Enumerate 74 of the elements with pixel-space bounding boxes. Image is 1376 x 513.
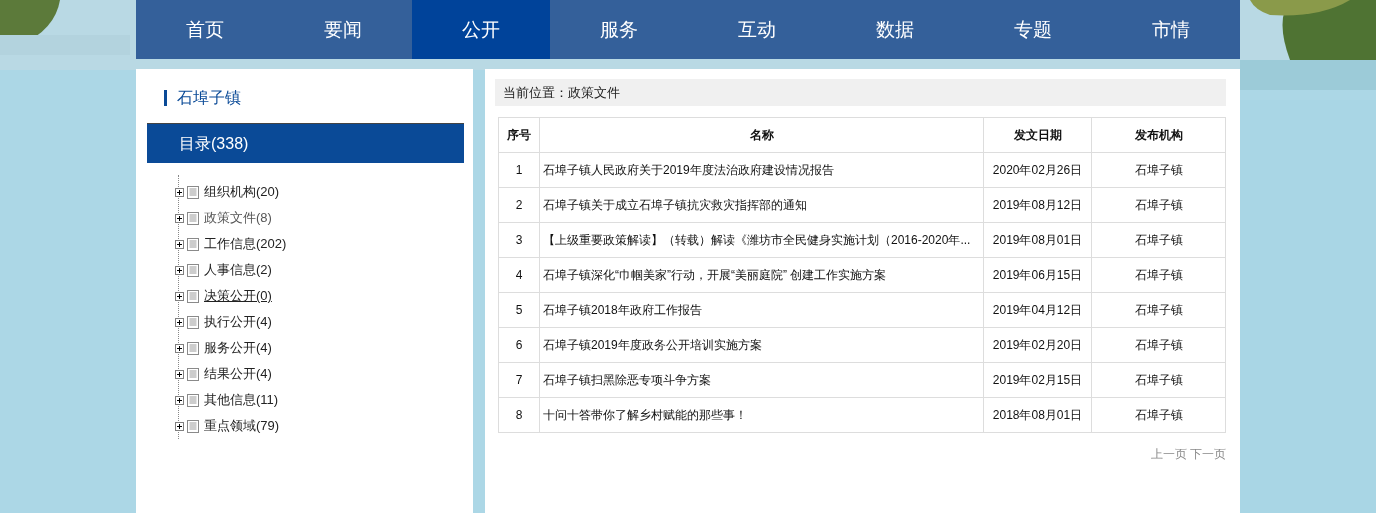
expand-icon[interactable] (175, 239, 184, 249)
table-cell: 2019年02月20日 (983, 327, 1092, 363)
table-cell: 2019年08月12日 (983, 187, 1092, 223)
tree-item[interactable]: 政策文件(8) (204, 209, 272, 227)
nav-tab[interactable]: 首页 (136, 0, 274, 59)
expand-icon[interactable] (175, 343, 184, 353)
table-cell: 石埠子镇 (1091, 362, 1226, 398)
document-icon (187, 341, 199, 355)
table-cell: 4 (498, 257, 540, 293)
table-cell: 石埠子镇 (1091, 292, 1226, 328)
tree-item[interactable]: 重点领域(79) (204, 417, 280, 435)
document-link[interactable]: 石埠子镇2018年政府工作报告 (543, 302, 702, 317)
expand-icon[interactable] (175, 213, 184, 223)
nav-tab[interactable]: 数据 (826, 0, 964, 59)
expand-icon[interactable] (175, 369, 184, 379)
table-cell: 6 (498, 327, 540, 363)
prev-page-link[interactable]: 上一页 (1151, 446, 1187, 463)
nav-tab[interactable]: 要闻 (274, 0, 412, 59)
tree-item[interactable]: 人事信息(2) (204, 261, 272, 279)
table-cell: 石埠子镇 (1091, 152, 1226, 188)
table-cell: 2 (498, 187, 540, 223)
table-cell: 2020年02月26日 (983, 152, 1092, 188)
table-cell: 2019年04月12日 (983, 292, 1092, 328)
expand-icon[interactable] (175, 421, 184, 431)
table-cell: 石埠子镇 (1091, 327, 1226, 363)
nav-tab[interactable]: 市情 (1102, 0, 1240, 59)
tree-item[interactable]: 组织机构(20) (204, 183, 280, 201)
table-cell: 2019年02月15日 (983, 362, 1092, 398)
table-cell: 石埠子镇 (1091, 222, 1226, 258)
table-cell: 石埠子镇 (1091, 187, 1226, 223)
column-header: 发布机构 (1091, 117, 1226, 153)
document-icon (187, 263, 199, 277)
column-header: 序号 (498, 117, 540, 153)
tree-item[interactable]: 决策公开(0) (204, 287, 272, 305)
table-cell: 7 (498, 362, 540, 398)
table-cell: 5 (498, 292, 540, 328)
nav-tab[interactable]: 公开 (412, 0, 550, 59)
table-cell: 石埠子镇 (1091, 397, 1226, 433)
document-icon (187, 289, 199, 303)
document-icon (187, 367, 199, 381)
nav-tab[interactable]: 服务 (550, 0, 688, 59)
table-cell: 石埠子镇 (1091, 257, 1226, 293)
expand-icon[interactable] (175, 395, 184, 405)
document-icon (187, 393, 199, 407)
tree-item[interactable]: 结果公开(4) (204, 365, 272, 383)
tree-item[interactable]: 执行公开(4) (204, 313, 272, 331)
table-cell: 2019年06月15日 (983, 257, 1092, 293)
document-icon (187, 315, 199, 329)
expand-icon[interactable] (175, 265, 184, 275)
document-link[interactable]: 石埠子镇扫黑除恶专项斗争方案 (543, 372, 711, 387)
table-cell: 8 (498, 397, 540, 433)
expand-icon[interactable] (175, 187, 184, 197)
table-cell: 2018年08月01日 (983, 397, 1092, 433)
document-icon (187, 237, 199, 251)
column-header: 发文日期 (983, 117, 1092, 153)
expand-icon[interactable] (175, 317, 184, 327)
column-header: 名称 (539, 117, 984, 153)
nav-tab[interactable]: 互动 (688, 0, 826, 59)
nav-tab[interactable]: 专题 (964, 0, 1102, 59)
table-cell: 1 (498, 152, 540, 188)
document-link[interactable]: 十问十答带你了解乡村赋能的那些事！ (543, 407, 747, 422)
table-cell: 2019年08月01日 (983, 222, 1092, 258)
table-cell: 3 (498, 222, 540, 258)
document-icon (187, 419, 199, 433)
tree-item[interactable]: 工作信息(202) (204, 235, 287, 253)
document-icon (187, 211, 199, 225)
sidebar-title: 石埠子镇 (164, 90, 464, 106)
breadcrumb: 当前位置：政策文件 (495, 79, 1226, 106)
expand-icon[interactable] (175, 291, 184, 301)
document-icon (187, 185, 199, 199)
tree-item[interactable]: 服务公开(4) (204, 339, 272, 357)
catalog-header[interactable]: 目录(338) (147, 123, 464, 163)
next-page-link[interactable]: 下一页 (1190, 446, 1226, 463)
tree-item[interactable]: 其他信息(11) (204, 391, 279, 409)
